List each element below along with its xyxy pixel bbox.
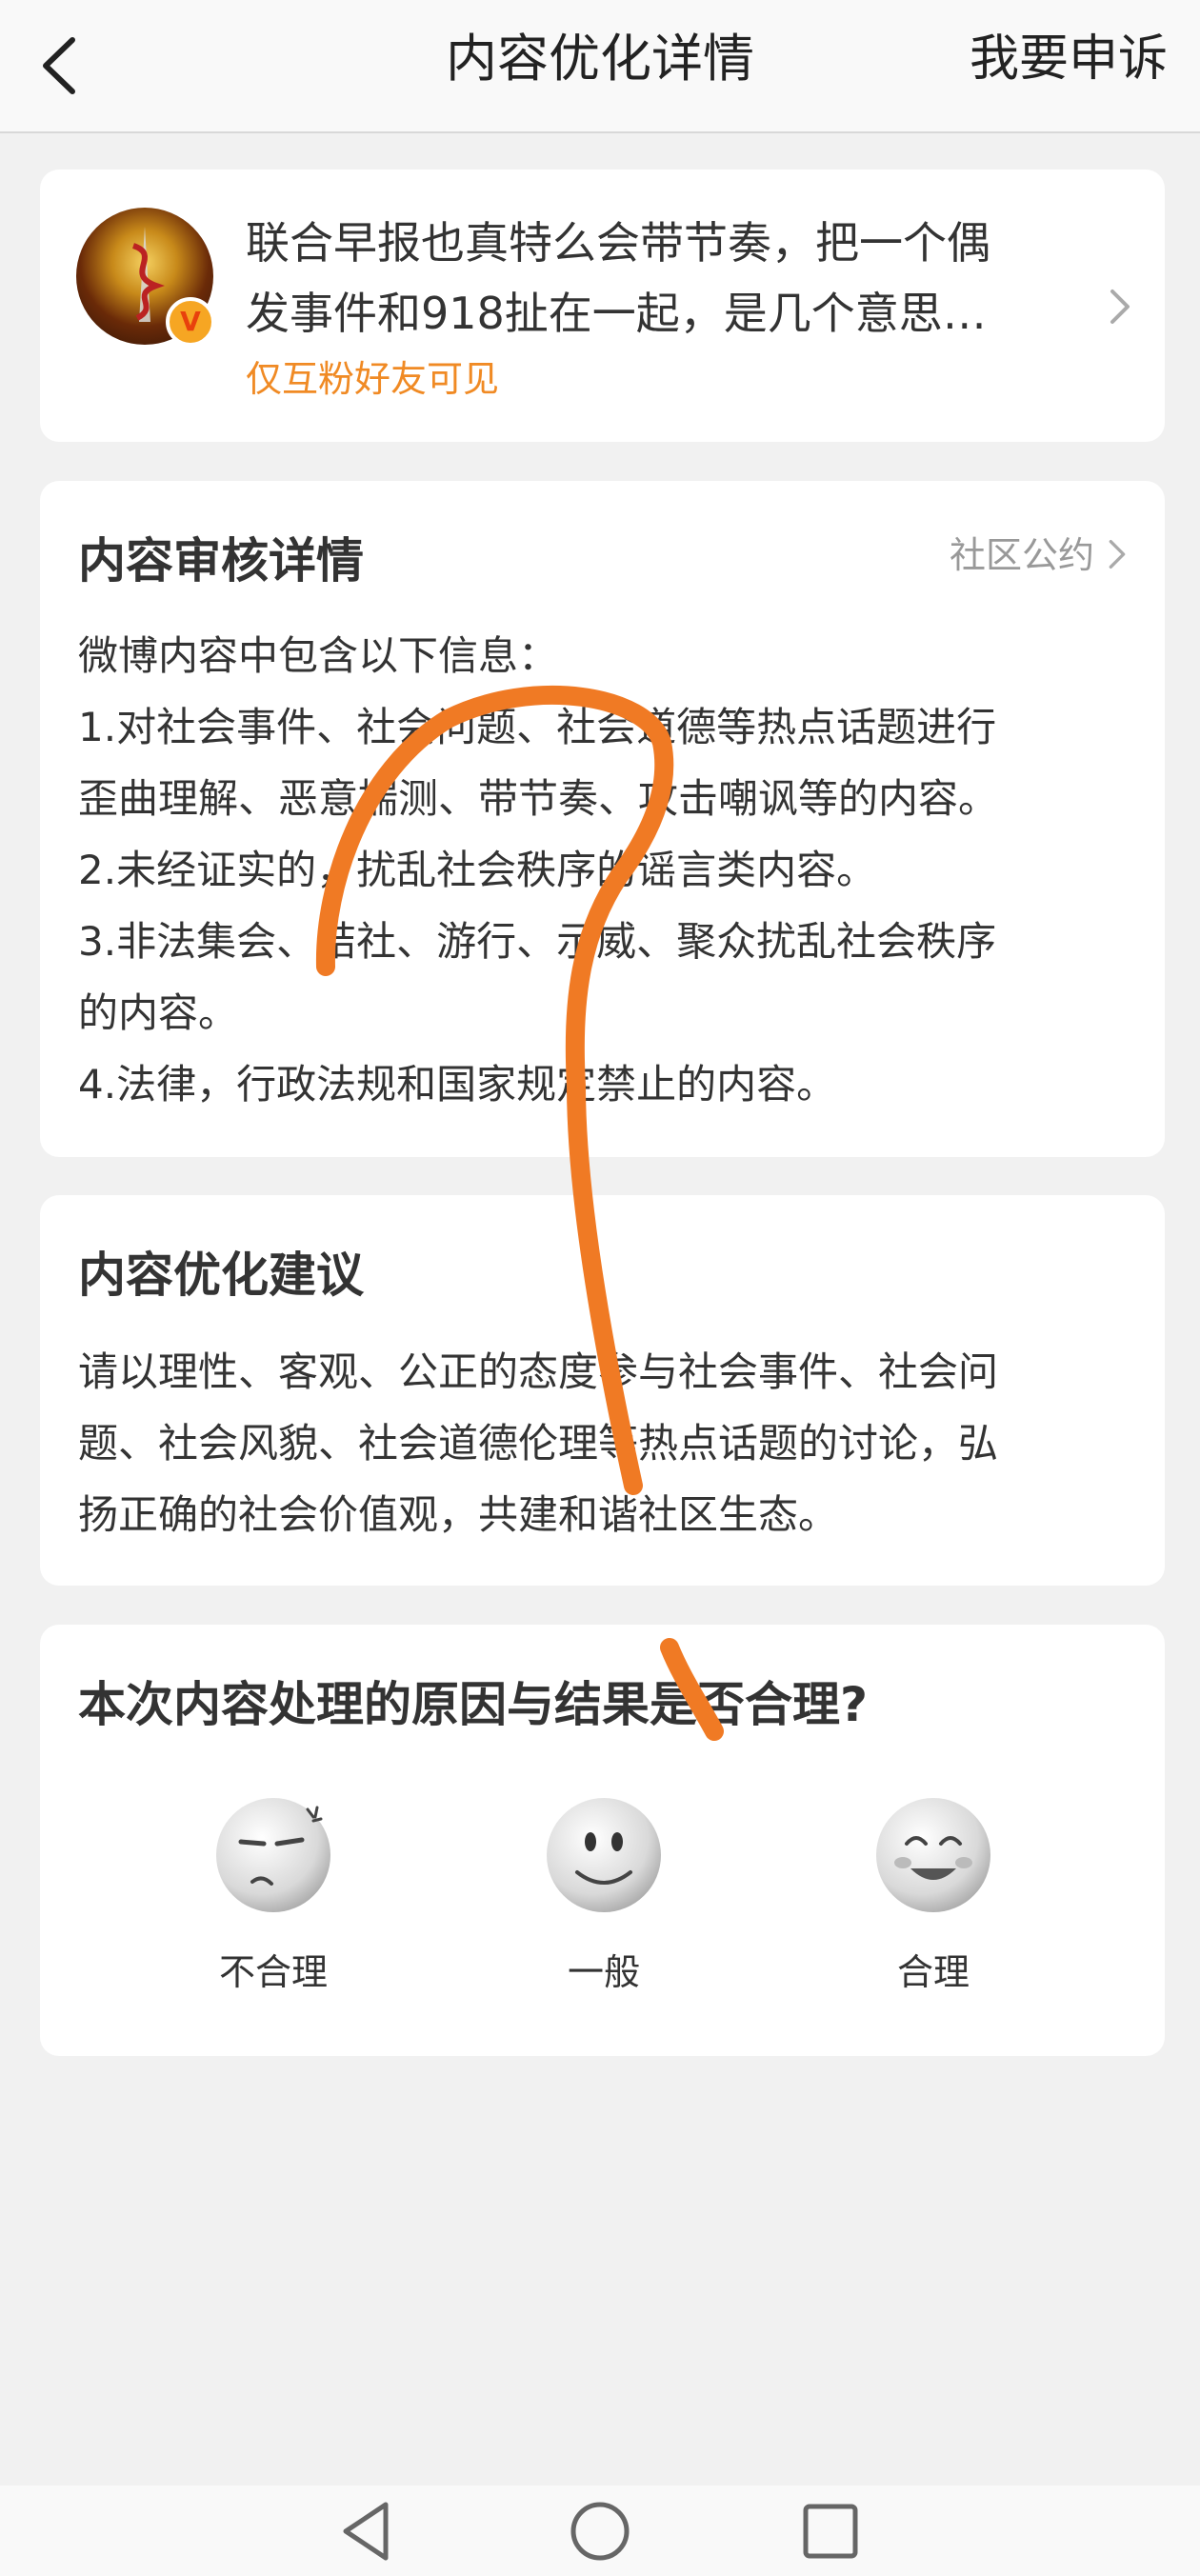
rating-unreasonable-button[interactable]: 不合理 bbox=[159, 1796, 388, 1995]
review-line: 的内容。 bbox=[78, 989, 239, 1036]
review-title: 内容审核详情 bbox=[78, 533, 364, 589]
suggestion-body: 请以理性、客观、公正的态度参与社会事件、社会问 题、社会风貌、社会道德伦理等热点… bbox=[78, 1336, 1135, 1550]
chevron-right-icon bbox=[1109, 540, 1126, 569]
chevron-right-icon bbox=[1110, 290, 1130, 324]
visibility-label: 仅互粉好友可见 bbox=[246, 358, 500, 400]
review-details-card: 内容审核详情 社区公约 微博内容中包含以下信息： 1.对社会事件、社会问题、社会… bbox=[40, 481, 1165, 1157]
top-bar: 内容优化详情 我要申诉 bbox=[0, 0, 1200, 133]
review-body: 微博内容中包含以下信息： 1.对社会事件、社会问题、社会道德等热点话题进行 歪曲… bbox=[78, 620, 1135, 1120]
suggestion-line: 扬正确的社会价值观，共建和谐社区生态。 bbox=[78, 1491, 839, 1538]
review-line: 4.法律，行政法规和国家规定禁止的内容。 bbox=[78, 1061, 837, 1108]
appeal-button[interactable]: 我要申诉 bbox=[970, 0, 1168, 118]
rating-label: 不合理 bbox=[218, 1951, 328, 1993]
neutral-face-icon bbox=[547, 1798, 661, 1912]
triangle-back-icon bbox=[343, 2502, 389, 2561]
feedback-question: 本次内容处理的原因与结果是否合理? bbox=[78, 1677, 869, 1732]
rating-label: 合理 bbox=[896, 1951, 970, 1993]
rating-reasonable-button[interactable]: 合理 bbox=[819, 1796, 1048, 1995]
review-line: 3.非法集会、结社、游行、示威、聚众扰乱社会秩序 bbox=[78, 918, 997, 965]
square-recents-icon bbox=[803, 2504, 858, 2559]
system-nav-bar bbox=[0, 2486, 1200, 2576]
post-card[interactable]: V 联合早报也真特么会带节奏，把一个偶 发事件和918扯在一起，是几个意思… 仅… bbox=[40, 170, 1165, 442]
post-excerpt: 联合早报也真特么会带节奏，把一个偶 发事件和918扯在一起，是几个意思… bbox=[246, 217, 990, 339]
suggestion-line: 题、社会风貌、社会道德伦理等热点话题的讨论，弘 bbox=[78, 1420, 999, 1467]
avatar: V bbox=[76, 208, 215, 347]
community-rules-link[interactable]: 社区公约 bbox=[950, 527, 1127, 584]
review-line: 歪曲理解、恶意揣测、带节奏、攻击嘲讽等的内容。 bbox=[78, 775, 999, 822]
rating-neutral-button[interactable]: 一般 bbox=[490, 1796, 718, 1995]
feedback-card: 本次内容处理的原因与结果是否合理? 不合理 一般 合理 bbox=[40, 1625, 1165, 2056]
review-line: 微博内容中包含以下信息： bbox=[78, 632, 559, 679]
happy-face-icon bbox=[876, 1798, 990, 1912]
suggestion-title: 内容优化建议 bbox=[78, 1248, 364, 1303]
verified-badge-icon: V bbox=[166, 297, 215, 347]
review-line: 1.对社会事件、社会问题、社会道德等热点话题进行 bbox=[78, 704, 997, 750]
rating-label: 一般 bbox=[567, 1951, 640, 1993]
nav-recents-button[interactable] bbox=[792, 2493, 869, 2569]
review-line: 2.未经证实的，扰乱社会秩序的谣言类内容。 bbox=[78, 847, 877, 893]
suggestion-line: 请以理性、客观、公正的态度参与社会事件、社会问 bbox=[78, 1348, 999, 1395]
nav-back-button[interactable] bbox=[329, 2493, 405, 2569]
optimization-suggestion-card: 内容优化建议 请以理性、客观、公正的态度参与社会事件、社会问 题、社会风貌、社会… bbox=[40, 1195, 1165, 1586]
community-rules-label: 社区公约 bbox=[949, 534, 1094, 576]
angry-face-icon bbox=[216, 1798, 330, 1912]
nav-home-button[interactable] bbox=[562, 2493, 638, 2569]
circle-home-icon bbox=[570, 2502, 630, 2561]
